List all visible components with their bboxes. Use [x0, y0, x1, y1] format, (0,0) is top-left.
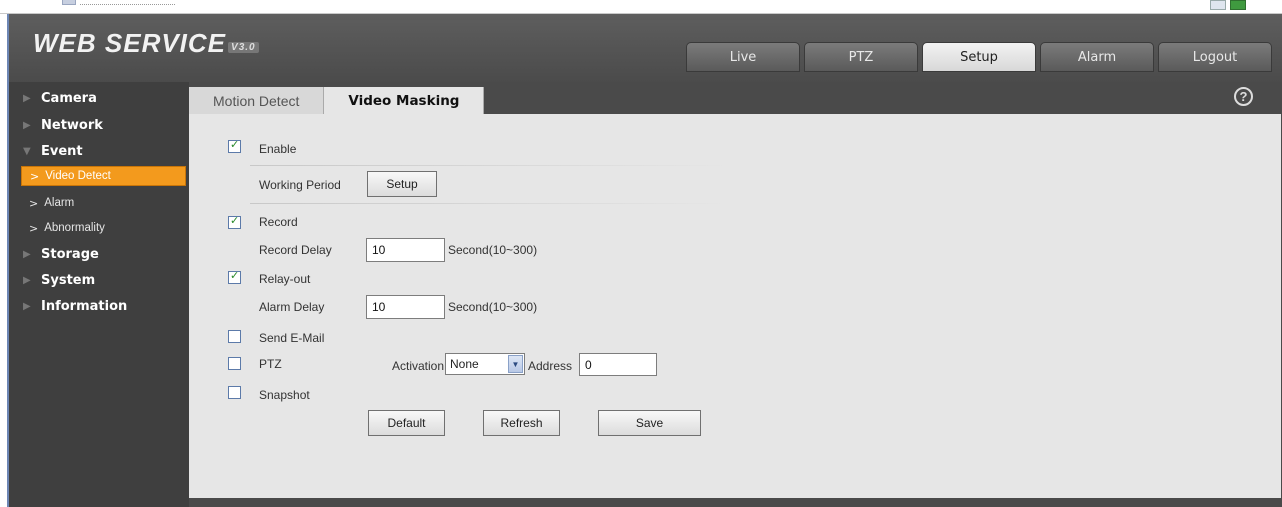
sidebar-item-label: Network [41, 117, 103, 133]
relay-out-label: Relay-out [259, 272, 311, 286]
record-delay-unit: Second(10~300) [448, 243, 538, 257]
sidebar-item-label: Storage [41, 246, 99, 262]
sidebar-item-label: System [41, 272, 96, 288]
alarm-delay-unit: Second(10~300) [448, 300, 538, 314]
sidebar-item-video-detect[interactable]: > Video Detect [21, 166, 186, 186]
save-button[interactable]: Save [598, 410, 701, 436]
content-tabs: Motion Detect Video Masking [189, 87, 485, 114]
snapshot-label: Snapshot [259, 388, 310, 402]
relay-out-checkbox[interactable] [228, 269, 241, 284]
divider [250, 203, 730, 204]
browser-toolbar-icon [62, 0, 76, 5]
top-nav: Live PTZ Setup Alarm Logout [686, 42, 1272, 72]
sidebar-item-storage[interactable]: ▶ Storage [9, 243, 189, 265]
main-content: Motion Detect Video Masking ? Enable Wor… [189, 82, 1282, 507]
triangle-down-icon: ▼ [23, 145, 31, 157]
sidebar-item-label: Alarm [44, 197, 75, 209]
sidebar-item-alarm[interactable]: > Alarm [21, 193, 186, 213]
send-email-label: Send E-Mail [259, 331, 325, 345]
triangle-right-icon: ▶ [23, 274, 31, 286]
sidebar-item-label: Camera [41, 90, 97, 106]
activation-select[interactable]: None ▼ [445, 353, 525, 375]
browser-toolbar-field [80, 0, 175, 5]
browser-status-icon[interactable] [1230, 0, 1246, 10]
sidebar: ▶ Camera ▶ Network ▼ Event > Video Detec… [9, 82, 189, 507]
logo: WEB SERVICE V3.0 [33, 28, 259, 59]
enable-checkbox[interactable] [228, 138, 241, 153]
ptz-checkbox[interactable] [228, 357, 241, 370]
sidebar-item-information[interactable]: ▶ Information [9, 295, 189, 317]
settings-panel: Enable Working Period Setup Record Recor… [189, 114, 1281, 498]
record-delay-input[interactable] [366, 238, 445, 262]
browser-window-icon[interactable] [1210, 0, 1226, 10]
tab-live[interactable]: Live [686, 42, 800, 72]
sidebar-item-system[interactable]: ▶ System [9, 269, 189, 291]
tab-motion-detect[interactable]: Motion Detect [189, 87, 325, 114]
triangle-right-icon: ▶ [23, 119, 31, 131]
refresh-button[interactable]: Refresh [483, 410, 560, 436]
tab-video-masking[interactable]: Video Masking [324, 87, 485, 114]
address-label: Address [528, 359, 573, 373]
sidebar-item-label: Information [41, 298, 128, 314]
activation-label: Activation [392, 359, 445, 373]
record-checkbox[interactable] [228, 214, 241, 229]
record-delay-label: Record Delay [259, 243, 332, 257]
working-period-label: Working Period [259, 178, 341, 192]
activation-value: None [450, 357, 479, 371]
help-icon[interactable]: ? [1234, 87, 1253, 106]
default-button[interactable]: Default [368, 410, 445, 436]
tab-alarm[interactable]: Alarm [1040, 42, 1154, 72]
working-period-setup-button[interactable]: Setup [367, 171, 437, 197]
chevron-right-icon: > [29, 196, 39, 210]
triangle-right-icon: ▶ [23, 92, 31, 104]
header: WEB SERVICE V3.0 Live PTZ Setup Alarm Log… [9, 14, 1282, 82]
sidebar-item-network[interactable]: ▶ Network [9, 114, 189, 136]
sidebar-item-label: Video Detect [45, 170, 111, 182]
enable-label: Enable [259, 142, 297, 156]
chevron-right-icon: > [30, 169, 40, 183]
sidebar-item-abnormality[interactable]: > Abnormality [21, 218, 186, 238]
tab-ptz[interactable]: PTZ [804, 42, 918, 72]
sidebar-item-label: Event [41, 143, 83, 159]
alarm-delay-input[interactable] [366, 295, 445, 319]
snapshot-checkbox[interactable] [228, 386, 241, 399]
browser-toolbar-strip [0, 0, 1282, 14]
record-label: Record [259, 215, 298, 229]
triangle-right-icon: ▶ [23, 300, 31, 312]
tab-logout[interactable]: Logout [1158, 42, 1272, 72]
tab-setup[interactable]: Setup [922, 42, 1036, 72]
sidebar-item-event[interactable]: ▼ Event [9, 140, 189, 162]
triangle-right-icon: ▶ [23, 248, 31, 260]
send-email-checkbox[interactable] [228, 330, 241, 343]
chevron-down-icon[interactable]: ▼ [508, 355, 523, 373]
divider [250, 165, 730, 166]
address-input[interactable] [579, 353, 657, 376]
sidebar-item-label: Abnormality [44, 222, 105, 234]
logo-version: V3.0 [228, 42, 259, 53]
app-frame: WEB SERVICE V3.0 Live PTZ Setup Alarm Log… [7, 14, 1282, 507]
sidebar-item-camera[interactable]: ▶ Camera [9, 87, 189, 109]
alarm-delay-label: Alarm Delay [259, 300, 325, 314]
chevron-right-icon: > [29, 221, 39, 235]
logo-text: WEB SERVICE [33, 28, 227, 58]
ptz-label: PTZ [259, 357, 282, 371]
